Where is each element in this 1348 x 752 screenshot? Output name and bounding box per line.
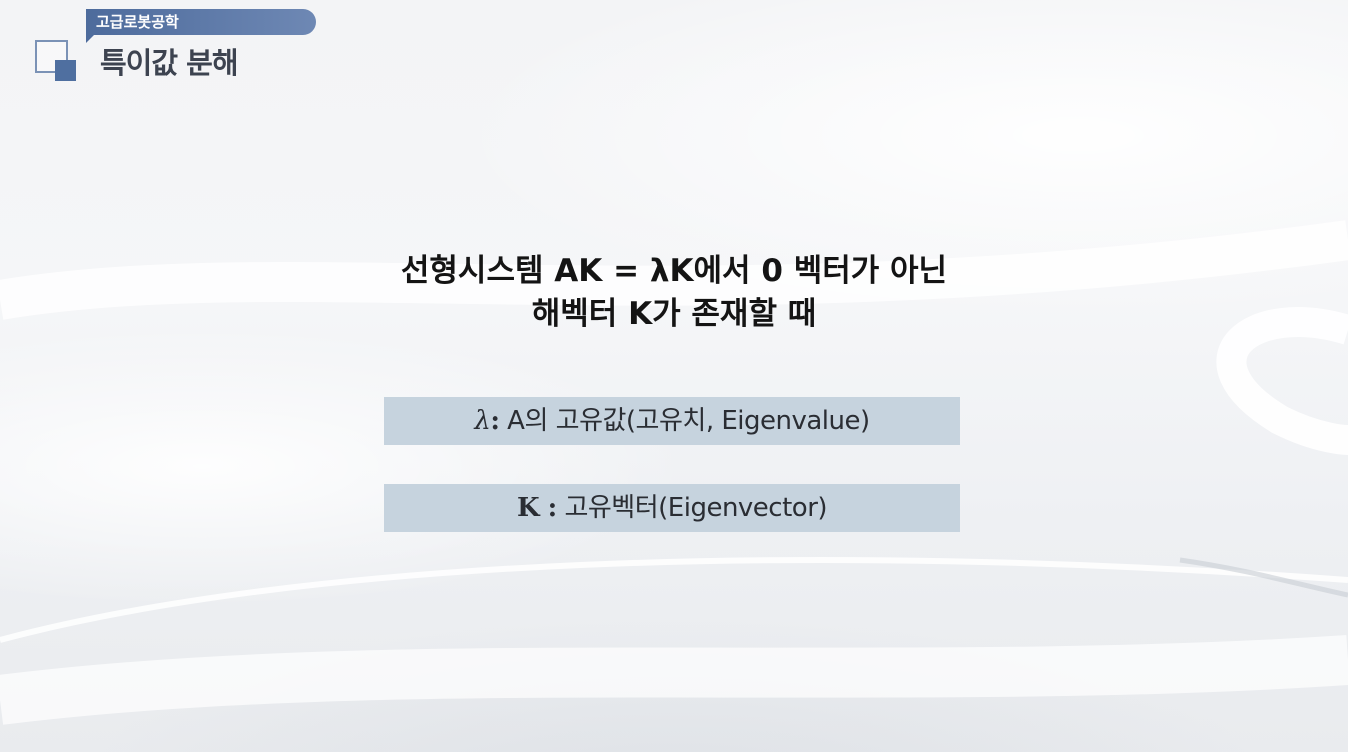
course-label: 고급로봇공학	[96, 13, 179, 31]
eigenvalue-symbol: λ	[474, 406, 491, 436]
heading-line-2: 해벡터 K가 존재할 때	[531, 296, 817, 332]
heading-line-1: 선형시스템 AK = λK에서 0 벡터가 아닌	[400, 253, 948, 289]
eigenvalue-text: A의 고유값(고유치, Eigenvalue)	[499, 406, 870, 436]
slide: 고급로봇공학 특이값 분해 선형시스템 AK = λK에서 0 벡터가 아닌 해…	[0, 0, 1348, 752]
eigenvector-definition-box: K : 고유벡터(Eigenvector)	[384, 484, 960, 532]
logo-square-fill	[55, 60, 76, 81]
main-heading: 선형시스템 AK = λK에서 0 벡터가 아닌 해벡터 K가 존재할 때	[274, 250, 1074, 336]
eigenvalue-definition-box: λ: A의 고유값(고유치, Eigenvalue)	[384, 397, 960, 445]
eigenvector-symbol: K	[516, 493, 540, 523]
page-title: 특이값 분해	[100, 46, 238, 80]
eigenvector-separator: :	[539, 493, 558, 523]
course-tab-notch	[86, 35, 94, 43]
eigenvector-text: 고유벡터(Eigenvector)	[556, 493, 828, 523]
background-swoosh	[0, 220, 1348, 725]
course-label-tab: 고급로봇공학	[86, 9, 316, 35]
